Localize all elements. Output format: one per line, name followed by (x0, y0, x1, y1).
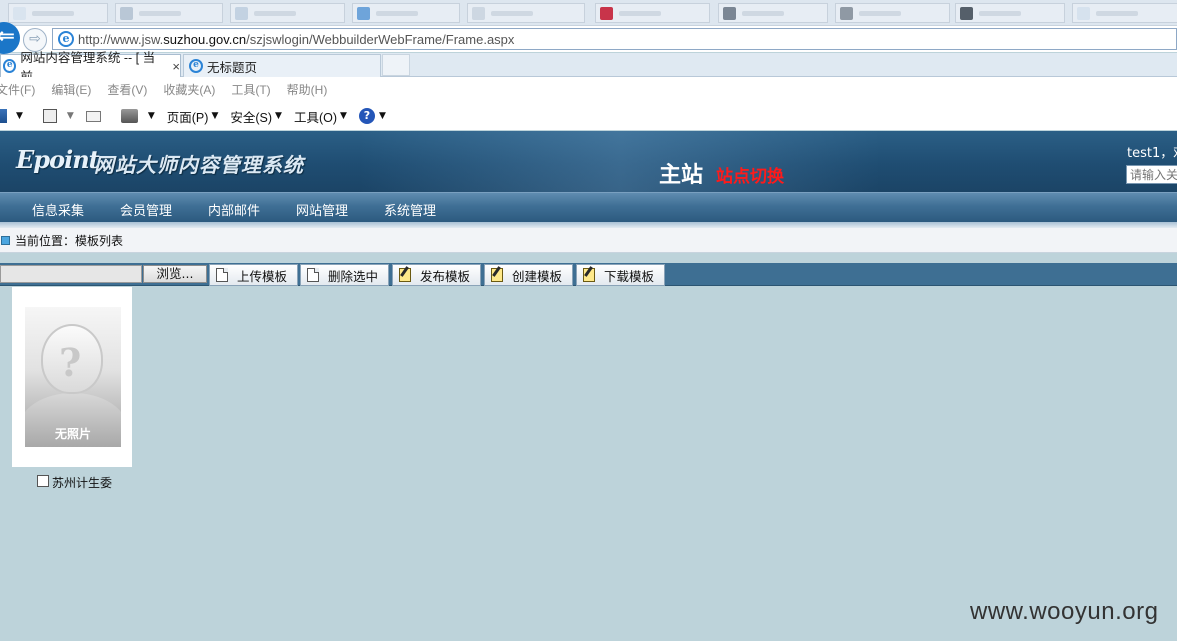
no-photo-placeholder: ? 无照片 (25, 307, 121, 447)
safety-menu[interactable]: 安全(S) (230, 107, 272, 126)
nav-site-manage[interactable]: 网站管理 (296, 200, 348, 219)
edit-icon (399, 268, 411, 282)
edit-icon (583, 268, 595, 282)
home-icon[interactable] (0, 109, 7, 123)
tab-label: 无标题页 (207, 60, 258, 75)
menu-favorites[interactable]: 收藏夹(A) (163, 81, 215, 98)
url-text: http://www.jsw.suzhou.gov.cn/szjswlogin/… (78, 31, 515, 47)
background-tab[interactable] (8, 3, 108, 23)
mail-icon[interactable] (85, 110, 101, 122)
question-mark-icon: ? (59, 340, 82, 385)
no-photo-label: 无照片 (54, 427, 91, 441)
page-menu[interactable]: 页面(P) (167, 107, 209, 126)
template-name: 苏州计生委 (52, 476, 113, 490)
address-bar[interactable]: e http://www.jsw.suzhou.gov.cn/szjswlogi… (52, 28, 1177, 50)
favicon-icon (960, 6, 973, 20)
background-tab[interactable] (1072, 3, 1177, 23)
search-input[interactable] (1126, 165, 1177, 184)
download-template-button[interactable]: 下载模板 (576, 264, 665, 286)
main-nav: 信息采集 会员管理 内部邮件 网站管理 系统管理 (0, 192, 1177, 222)
site-switch-link[interactable]: 站点切换 (716, 162, 784, 187)
background-tab[interactable] (467, 3, 585, 23)
current-site-label: 主站 (659, 163, 704, 188)
favicon-icon (235, 6, 248, 20)
browser-tab-strip: e 网站内容管理系统 -- [ 当前... × e 无标题页 (0, 51, 1177, 84)
background-tab[interactable] (230, 3, 345, 23)
background-tab[interactable] (595, 3, 710, 23)
favicon-icon (840, 6, 853, 20)
feeds-dropdown-icon[interactable]: ▼ (67, 111, 74, 121)
nav-member-manage[interactable]: 会员管理 (120, 200, 172, 219)
user-greeting: test1，欢 (1127, 146, 1177, 161)
create-template-button[interactable]: 创建模板 (484, 264, 573, 286)
os-taskbar-tabs (0, 0, 1177, 26)
favicon-icon (357, 6, 370, 20)
nav-system-manage[interactable]: 系统管理 (384, 200, 436, 219)
document-icon (307, 268, 319, 282)
background-tab[interactable] (718, 3, 828, 23)
system-title: 网站大师内容管理系统 (94, 153, 304, 177)
edit-icon (491, 268, 503, 282)
delete-selected-button[interactable]: 删除选中 (300, 264, 389, 286)
file-path-input[interactable] (0, 265, 142, 283)
breadcrumb-text: 当前位置：模板列表 (15, 233, 124, 248)
browser-tab-active[interactable]: e 网站内容管理系统 -- [ 当前... × (0, 51, 181, 84)
menu-file[interactable]: 文件(F) (0, 81, 35, 98)
background-tab[interactable] (352, 3, 460, 23)
nav-info-collect[interactable]: 信息采集 (32, 200, 84, 219)
breadcrumb: 当前位置：模板列表 (0, 228, 1177, 253)
browse-button[interactable]: 浏览... (143, 265, 207, 283)
background-tab[interactable] (835, 3, 950, 23)
document-icon (216, 268, 228, 282)
template-checkbox[interactable] (37, 475, 49, 487)
favicon-icon (120, 6, 133, 20)
feeds-icon[interactable] (42, 109, 57, 123)
close-tab-icon[interactable]: × (172, 59, 180, 74)
favicon-icon (13, 6, 26, 20)
background-tab[interactable] (115, 3, 223, 23)
ie-icon: e (58, 31, 74, 47)
forward-button[interactable]: ⇨ (23, 28, 47, 52)
ie-icon: e (189, 59, 203, 73)
background-tab[interactable] (955, 3, 1065, 23)
tools-dropdown-icon[interactable]: ▼ (340, 111, 347, 121)
template-toolbar: 浏览... 上传模板 删除选中 发布模板 创建模板 下载模板 (0, 263, 1177, 286)
help-dropdown-icon[interactable]: ▼ (379, 111, 386, 121)
nav-internal-mail[interactable]: 内部邮件 (208, 200, 260, 219)
template-card[interactable]: ? 无照片 (12, 287, 132, 467)
epoint-logo: Epoint (16, 145, 100, 174)
menu-view[interactable]: 查看(V) (107, 81, 147, 98)
menu-bar: 文件(F) 编辑(E) 查看(V) 收藏夹(A) 工具(T) 帮助(H) (0, 77, 1177, 102)
command-bar: ▼ ▼ ▼ 页面(P) ▼ 安全(S) ▼ 工具(O) ▼ ? ▼ (0, 102, 1177, 130)
new-tab-button[interactable] (382, 54, 410, 76)
safety-dropdown-icon[interactable]: ▼ (275, 111, 282, 121)
print-icon[interactable] (120, 109, 138, 123)
ie-icon: e (3, 59, 17, 73)
tools-menu[interactable]: 工具(O) (294, 107, 337, 126)
menu-help[interactable]: 帮助(H) (287, 81, 328, 98)
favicon-icon (1077, 6, 1090, 20)
print-dropdown-icon[interactable]: ▼ (148, 111, 155, 121)
favicon-icon (723, 6, 736, 20)
menu-edit[interactable]: 编辑(E) (51, 81, 91, 98)
menu-tools[interactable]: 工具(T) (231, 81, 270, 98)
help-icon[interactable]: ? (358, 108, 375, 124)
favicon-icon (472, 6, 485, 20)
favicon-icon (600, 6, 613, 20)
watermark: www.wooyun.org (970, 598, 1159, 625)
home-dropdown-icon[interactable]: ▼ (16, 111, 23, 121)
upload-template-button[interactable]: 上传模板 (209, 264, 298, 286)
app-header: Epoint 网站大师内容管理系统 主站 站点切换 test1，欢 (0, 131, 1177, 192)
breadcrumb-square-icon (1, 235, 10, 245)
publish-template-button[interactable]: 发布模板 (392, 264, 481, 286)
page-dropdown-icon[interactable]: ▼ (211, 111, 218, 121)
browser-tab[interactable]: e 无标题页 (183, 54, 381, 77)
